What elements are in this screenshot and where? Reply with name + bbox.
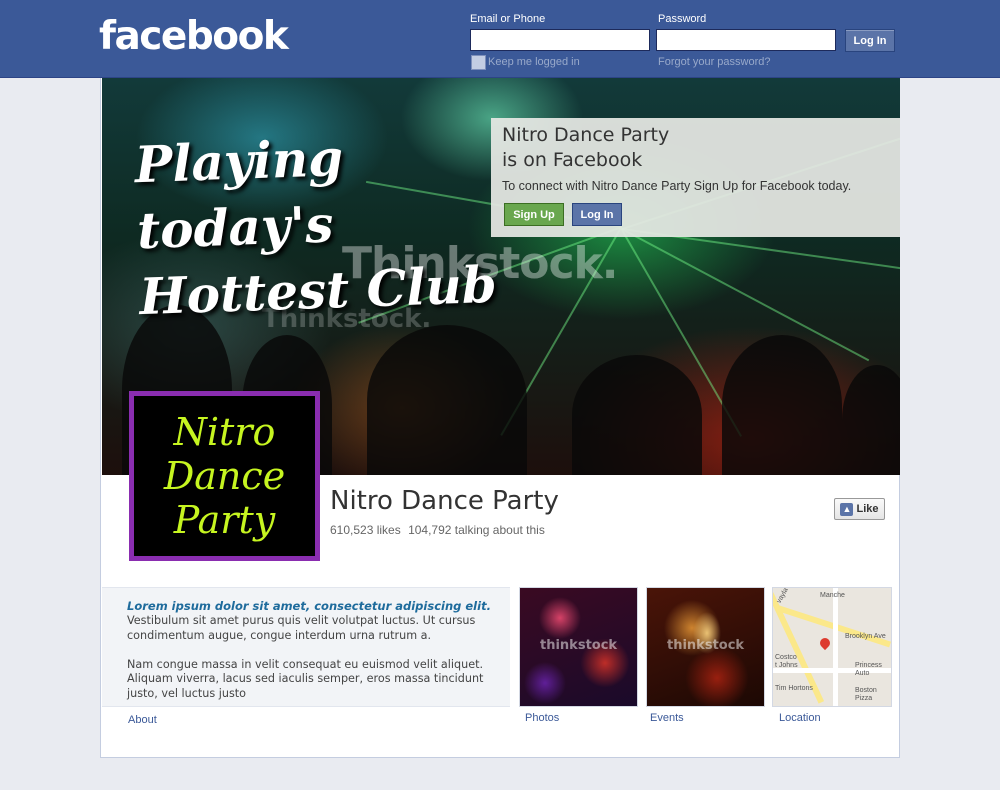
page-title[interactable]: Nitro Dance Party — [330, 486, 559, 516]
profile-picture-text: Nitro Dance Party — [134, 410, 315, 542]
promo-title-line: Nitro Dance Party — [502, 124, 670, 146]
promo-text: To connect with Nitro Dance Party Sign U… — [502, 179, 852, 193]
map-label: Pizza — [855, 695, 873, 702]
tile-watermark: thinkstock — [667, 638, 745, 653]
map-label: Auto — [855, 670, 870, 677]
crowd-silhouette — [367, 325, 527, 475]
cover-slogan: Playing today's Hottest Club — [134, 120, 498, 330]
signup-button[interactable]: Sign Up — [504, 203, 564, 226]
tile-watermark: thinkstock — [540, 638, 618, 653]
photos-tile[interactable]: thinkstock — [519, 587, 638, 707]
header-login-button[interactable]: Log In — [845, 29, 895, 52]
signup-promo-box: Nitro Dance Party is on Facebook To conn… — [491, 118, 900, 237]
slogan-line: Playing — [133, 128, 345, 195]
like-button[interactable]: ▲ Like — [834, 498, 885, 520]
map-label: vayla — [775, 587, 790, 605]
keep-logged-in-checkbox[interactable] — [471, 55, 486, 70]
map-pin-icon — [817, 635, 833, 651]
top-bar: facebook Email or Phone Password Log In … — [0, 0, 1000, 78]
about-paragraph: Vestibulum sit amet purus quis velit vol… — [127, 614, 476, 642]
about-link[interactable]: About — [128, 714, 157, 726]
profile-text-line: Dance — [163, 454, 286, 498]
map-road — [833, 588, 838, 706]
map-label: Princess — [855, 662, 882, 669]
about-paragraph: Nam congue massa in velit consequat eu e… — [127, 657, 484, 700]
location-link[interactable]: Location — [779, 712, 821, 724]
email-label: Email or Phone — [470, 13, 546, 25]
page-stats: 610,523 likes 104,792 talking about this — [330, 523, 549, 537]
about-text: Vestibulum sit amet purus quis velit vol… — [127, 614, 502, 716]
map-label: Costco — [775, 654, 797, 661]
map-label: Boston — [855, 687, 877, 694]
location-map-tile[interactable]: Manche vayla Brooklyn Ave Costco t Johns… — [772, 587, 892, 707]
about-heading: Lorem ipsum dolor sit amet, consectetur … — [127, 599, 491, 613]
photos-link[interactable]: Photos — [525, 712, 559, 724]
events-tile[interactable]: thinkstock — [646, 587, 765, 707]
facebook-logo[interactable]: facebook — [99, 14, 289, 59]
map-label: t Johns — [775, 662, 798, 669]
events-link[interactable]: Events — [650, 712, 684, 724]
talking-about-count: 104,792 talking about this — [408, 523, 545, 537]
thumbs-up-icon: ▲ — [840, 502, 854, 516]
like-button-label: Like — [856, 503, 879, 515]
profile-text-line: Party — [173, 498, 276, 542]
likes-count: 610,523 likes — [330, 523, 401, 537]
crowd-silhouette — [572, 355, 702, 475]
profile-text-line: Nitro — [173, 410, 276, 454]
password-label: Password — [658, 13, 707, 25]
map-label: Brooklyn Ave — [845, 633, 886, 640]
slogan-line: Hottest Club — [138, 254, 498, 327]
profile-picture[interactable]: Nitro Dance Party — [129, 391, 320, 561]
promo-title: Nitro Dance Party is on Facebook — [502, 123, 892, 173]
keep-logged-in-label[interactable]: Keep me logged in — [488, 56, 580, 68]
map-label: Manche — [820, 592, 845, 599]
crowd-silhouette — [722, 335, 842, 475]
slogan-line: today's — [136, 194, 335, 261]
page-card: Thinkstock. Thinkstock. Playing today's … — [100, 78, 900, 758]
promo-title-line: is on Facebook — [502, 149, 643, 171]
map-label: Tim Hortons — [775, 685, 813, 692]
promo-login-button[interactable]: Log In — [572, 203, 622, 226]
password-input[interactable] — [656, 29, 836, 51]
crowd-silhouette — [842, 365, 900, 475]
forgot-password-link[interactable]: Forgot your password? — [658, 56, 771, 68]
email-input[interactable] — [470, 29, 650, 51]
about-box[interactable]: Lorem ipsum dolor sit amet, consectetur … — [102, 587, 510, 707]
